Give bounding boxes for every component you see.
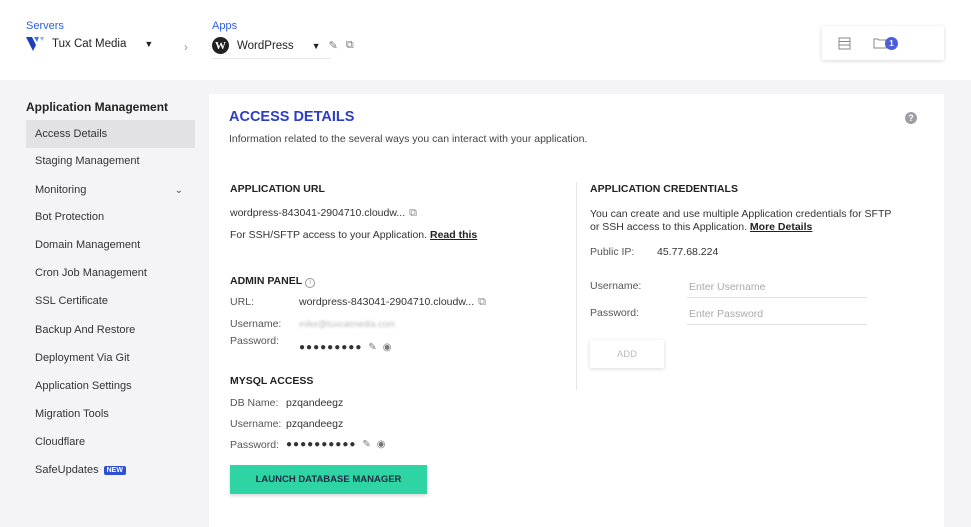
db-password-row: ●●●●●●●●●● ✎ ◉	[286, 439, 386, 450]
admin-password-label: Password:	[230, 335, 280, 347]
servers-label: Servers	[26, 20, 64, 32]
sidebar-item-label: SSL Certificate	[35, 295, 108, 307]
db-username-value: pzqandeegz	[286, 418, 344, 430]
sidebar-item-application-settings[interactable]: Application Settings	[26, 372, 195, 400]
credential-username-label: Username:	[590, 280, 642, 292]
chevron-down-icon[interactable]: ▼	[144, 39, 153, 49]
add-credential-button[interactable]: ADD	[590, 340, 664, 368]
admin-url-label: URL:	[230, 296, 254, 308]
sidebar-item-migration-tools[interactable]: Migration Tools	[26, 400, 195, 428]
sidebar-item-deployment-via-git[interactable]: Deployment Via Git	[26, 344, 195, 372]
mysql-access-title: MYSQL ACCESS	[230, 375, 314, 387]
sidebar-item-label: Monitoring	[35, 184, 87, 196]
db-name-value: pzqandeegz	[286, 397, 344, 409]
sidebar-item-cron-job-management[interactable]: Cron Job Management	[26, 259, 195, 287]
sidebar-item-label: Domain Management	[35, 239, 141, 251]
sidebar-item-label: Backup And Restore	[35, 324, 136, 336]
edit-pencil-icon[interactable]: ✎	[368, 342, 376, 353]
vultr-logo-icon	[26, 37, 44, 51]
eye-icon[interactable]: ◉	[377, 439, 386, 450]
admin-url-row: wordpress-843041-2904710.cloudw... ⧉	[299, 296, 486, 309]
db-password-value: ●●●●●●●●●●	[286, 439, 357, 450]
public-ip-label: Public IP:	[590, 246, 635, 258]
app-selector-underline	[212, 58, 330, 59]
launch-database-manager-button[interactable]: LAUNCH DATABASE MANAGER	[230, 465, 427, 494]
sidebar-item-label: Access Details	[35, 128, 108, 140]
credentials-desc-line2: or SSH access to this Application. More …	[590, 221, 812, 233]
sidebar-item-ssl-certificate[interactable]: SSL Certificate	[26, 287, 195, 315]
breadcrumb-separator-icon: ›	[184, 40, 188, 54]
sidebar-item-label: SafeUpdates	[35, 464, 99, 476]
admin-password-row: ●●●●●●●●● ✎ ◉	[299, 342, 392, 353]
external-link-icon[interactable]: ⧉	[478, 296, 486, 308]
sidebar-item-backup-and-restore[interactable]: Backup And Restore	[26, 316, 195, 344]
sidebar-item-label: Deployment Via Git	[35, 352, 130, 364]
access-details-panel: ACCESS DETAILS Information related to th…	[209, 94, 944, 527]
list-icon[interactable]	[838, 37, 851, 50]
admin-username-value: mike@tuxcatmedia.com	[299, 319, 396, 329]
chevron-down-icon[interactable]: ▼	[312, 41, 321, 51]
sidebar-item-access-details[interactable]: Access Details	[26, 120, 195, 148]
sidebar-item-label: Cron Job Management	[35, 267, 147, 279]
sidebar-item-label: Bot Protection	[35, 211, 105, 223]
application-url-link[interactable]: wordpress-843041-2904710.cloudw...	[230, 207, 405, 219]
sidebar-item-label: Staging Management	[35, 155, 140, 167]
sidebar-item-monitoring[interactable]: Monitoring ⌄	[26, 176, 195, 204]
ssh-info: For SSH/SFTP access to your Application.…	[230, 229, 477, 241]
wordpress-logo-icon: W	[212, 37, 229, 54]
sidebar-item-bot-protection[interactable]: Bot Protection	[26, 203, 195, 231]
application-url-row: wordpress-843041-2904710.cloudw... ⧉	[230, 207, 417, 220]
top-bar: Servers Tux Cat Media ▼ › Apps W WordPre…	[0, 0, 971, 80]
application-credentials-title: APPLICATION CREDENTIALS	[590, 183, 738, 195]
help-icon[interactable]: ?	[905, 112, 917, 124]
credentials-desc-line1: You can create and use multiple Applicat…	[590, 208, 892, 220]
header-actions: 1	[822, 26, 944, 60]
server-selector[interactable]: Tux Cat Media ▼	[26, 37, 153, 51]
db-name-label: DB Name:	[230, 397, 279, 409]
eye-icon[interactable]: ◉	[383, 342, 392, 353]
apps-label: Apps	[212, 20, 238, 32]
app-selector[interactable]: W WordPress ▼ ✎ ⧉	[212, 37, 354, 54]
read-this-link[interactable]: Read this	[430, 229, 477, 241]
server-name: Tux Cat Media	[52, 38, 127, 50]
sidebar-item-label: Application Settings	[35, 380, 132, 392]
admin-panel-title-text: ADMIN PANEL	[230, 275, 303, 287]
sidebar-item-staging-management[interactable]: Staging Management	[26, 147, 195, 175]
admin-password-value: ●●●●●●●●●	[299, 342, 363, 353]
application-url-title: APPLICATION URL	[230, 183, 325, 195]
sidebar-title: Application Management	[26, 100, 169, 114]
sidebar-item-safeupdates[interactable]: SafeUpdates NEW	[26, 456, 195, 484]
chevron-down-icon: ⌄	[174, 184, 183, 196]
db-password-label: Password:	[230, 439, 280, 451]
edit-pencil-icon[interactable]: ✎	[362, 439, 370, 450]
sidebar-item-label: Migration Tools	[35, 408, 109, 420]
password-input[interactable]: Enter Password	[687, 303, 867, 325]
sidebar-item-domain-management[interactable]: Domain Management	[26, 231, 195, 259]
admin-panel-title: ADMIN PANEL i	[230, 275, 316, 288]
info-icon[interactable]: i	[305, 277, 316, 288]
column-divider	[576, 182, 577, 390]
public-ip-value: 45.77.68.224	[657, 246, 719, 258]
edit-pencil-icon[interactable]: ✎	[329, 39, 338, 52]
more-details-link[interactable]: More Details	[750, 221, 812, 233]
external-link-icon[interactable]: ⧉	[346, 39, 354, 52]
notification-count-badge: 1	[885, 36, 898, 50]
app-name: WordPress	[237, 39, 294, 52]
external-link-icon[interactable]: ⧉	[409, 207, 417, 219]
ssh-info-text: For SSH/SFTP access to your Application.	[230, 229, 428, 241]
sidebar-item-cloudflare[interactable]: Cloudflare	[26, 428, 195, 456]
admin-url-link[interactable]: wordpress-843041-2904710.cloudw...	[299, 296, 474, 308]
admin-username-label: Username:	[230, 318, 282, 330]
page-description: Information related to the several ways …	[229, 133, 588, 145]
username-input[interactable]: Enter Username	[687, 276, 867, 298]
credential-password-label: Password:	[590, 307, 640, 319]
page-title: ACCESS DETAILS	[229, 109, 355, 125]
notifications-button[interactable]: 1	[873, 36, 898, 50]
sidebar-item-label: Cloudflare	[35, 436, 86, 448]
new-badge: NEW	[103, 465, 126, 475]
db-username-label: Username:	[230, 418, 282, 430]
credentials-desc-text: or SSH access to this Application.	[590, 221, 747, 233]
